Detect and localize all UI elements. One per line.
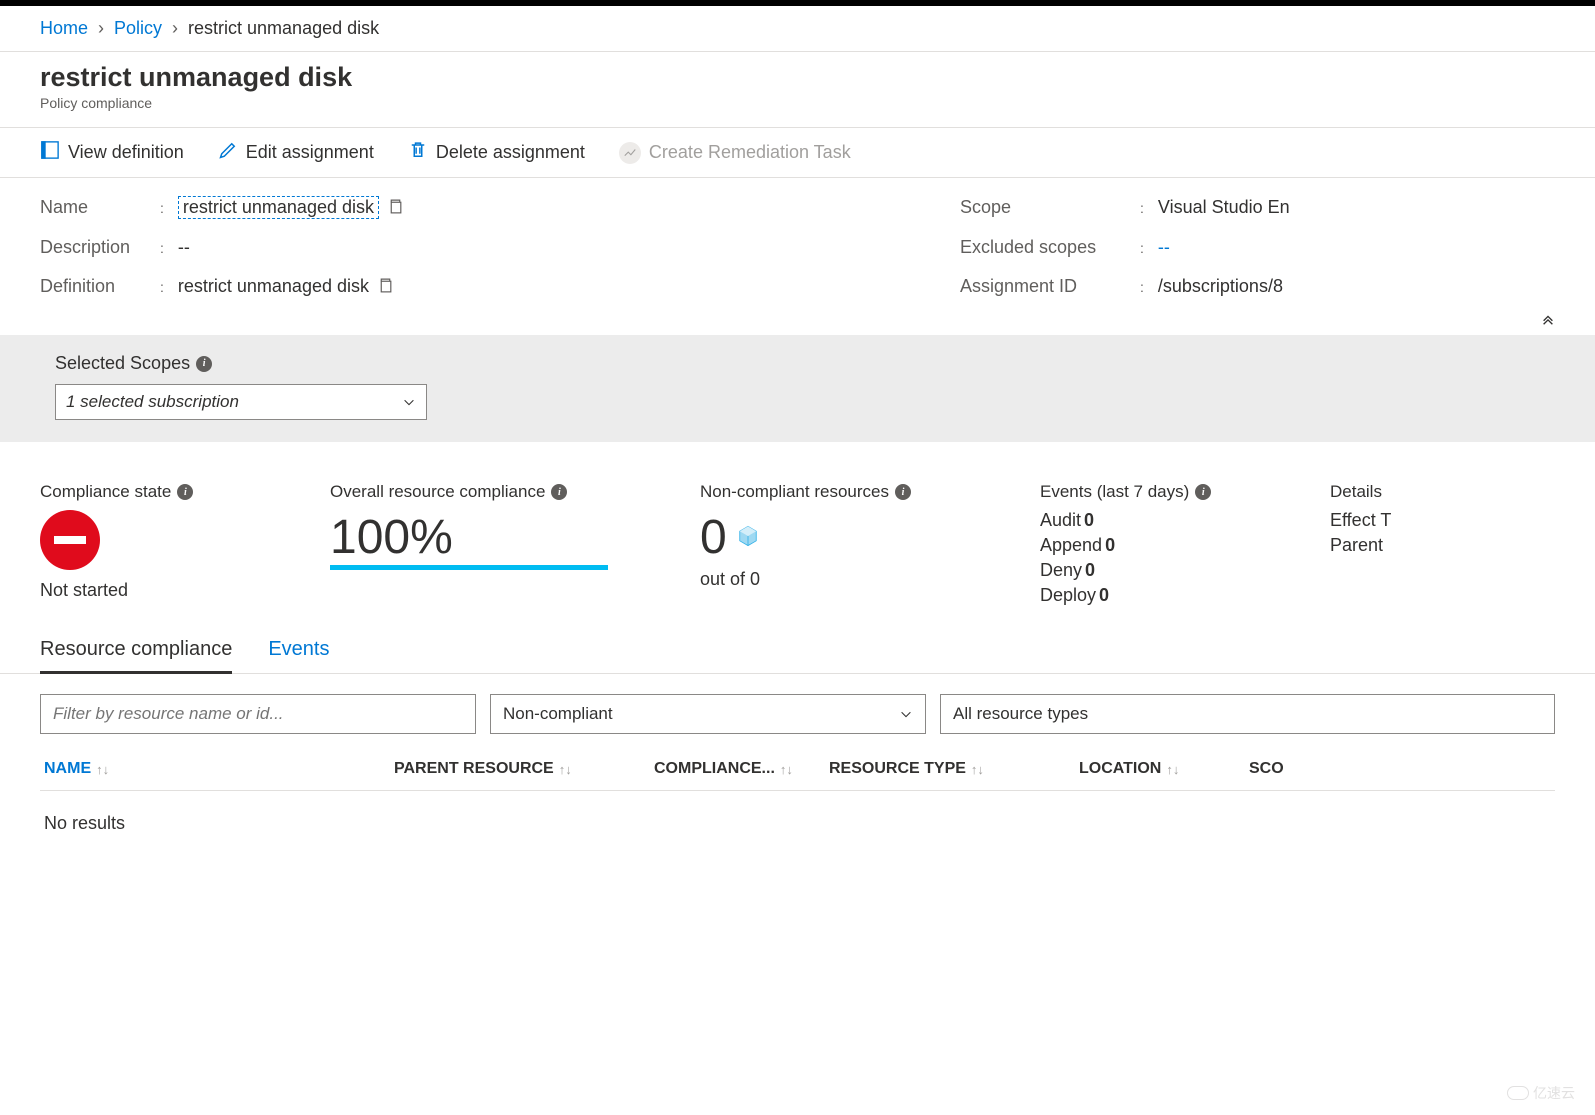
details-metric: Details Effect T Parent (1330, 482, 1391, 610)
events-metric: Events (last 7 days) i Audit0 Append0 De… (1040, 482, 1270, 610)
command-bar: View definition Edit assignment Delete a… (0, 128, 1595, 178)
column-header-parent[interactable]: PARENT RESOURCE↑↓ (394, 760, 654, 778)
name-value: restrict unmanaged disk (178, 196, 379, 219)
selected-scopes-section: Selected Scopes i 1 selected subscriptio… (0, 335, 1595, 442)
chevron-right-icon: › (172, 18, 178, 39)
tab-resource-compliance[interactable]: Resource compliance (40, 630, 232, 673)
chevron-down-icon (402, 395, 416, 409)
column-header-type[interactable]: RESOURCE TYPE↑↓ (829, 760, 1079, 778)
table-empty-message: No results (40, 790, 1555, 856)
breadcrumb: Home › Policy › restrict unmanaged disk (0, 6, 1595, 51)
cube-icon (737, 525, 759, 550)
page-subtitle: Policy compliance (40, 95, 1555, 111)
detail-effect-type: Effect T (1330, 510, 1391, 531)
info-icon[interactable]: i (196, 356, 212, 372)
assignment-id-value: /subscriptions/8 (1158, 276, 1283, 297)
table-filters: Non-compliant All resource types (0, 674, 1595, 734)
selected-scopes-dropdown[interactable]: 1 selected subscription (55, 384, 427, 420)
scope-label: Scope (960, 197, 1140, 218)
overall-compliance-value: 100% (330, 510, 640, 565)
compliance-progress-bar (330, 565, 608, 570)
resources-table: NAME↑↓ PARENT RESOURCE↑↓ COMPLIANCE...↑↓… (0, 734, 1595, 856)
compliance-state-metric: Compliance state i Not started (40, 482, 270, 610)
excluded-scopes-value[interactable]: -- (1158, 237, 1170, 258)
assignment-id-label: Assignment ID (960, 276, 1140, 297)
pencil-icon (218, 140, 238, 165)
chevron-down-icon (899, 707, 913, 721)
noncompliant-subtitle: out of 0 (700, 569, 980, 590)
compliance-state-value: Not started (40, 580, 270, 601)
name-label: Name (40, 197, 160, 218)
tab-events[interactable]: Events (268, 630, 329, 673)
view-definition-button[interactable]: View definition (40, 140, 184, 165)
tabs-bar: Resource compliance Events (0, 630, 1595, 674)
view-definition-icon (40, 140, 60, 165)
table-header-row: NAME↑↓ PARENT RESOURCE↑↓ COMPLIANCE...↑↓… (40, 748, 1555, 790)
sort-icon: ↑↓ (780, 762, 793, 777)
not-started-status-icon (40, 510, 100, 570)
filter-name-input[interactable] (40, 694, 476, 734)
event-deploy-count: Deploy0 (1040, 585, 1270, 606)
sort-icon: ↑↓ (559, 762, 572, 777)
info-icon[interactable]: i (177, 484, 193, 500)
page-title: restrict unmanaged disk (40, 62, 1555, 93)
watermark: 亿速云 (1507, 1083, 1575, 1103)
event-append-count: Append0 (1040, 535, 1270, 556)
event-deny-count: Deny0 (1040, 560, 1270, 581)
sort-icon: ↑↓ (96, 762, 109, 777)
breadcrumb-policy-link[interactable]: Policy (114, 18, 162, 39)
description-value: -- (178, 237, 190, 258)
filter-resource-type-dropdown[interactable]: All resource types (940, 694, 1555, 734)
overall-compliance-metric: Overall resource compliance i 100% (330, 482, 640, 610)
info-icon[interactable]: i (1195, 484, 1211, 500)
filter-compliance-dropdown[interactable]: Non-compliant (490, 694, 926, 734)
assignment-details: Name : restrict unmanaged disk Scope : V… (0, 178, 1595, 335)
description-label: Description (40, 237, 160, 258)
create-remediation-button: Create Remediation Task (619, 142, 851, 164)
remediation-icon (619, 142, 641, 164)
selected-scopes-label: Selected Scopes i (55, 353, 1540, 374)
noncompliant-resources-metric: Non-compliant resources i 0 out of 0 (700, 482, 980, 610)
sort-icon: ↑↓ (971, 762, 984, 777)
info-icon[interactable]: i (895, 484, 911, 500)
copy-icon[interactable] (387, 198, 404, 218)
info-icon[interactable]: i (551, 484, 567, 500)
edit-assignment-button[interactable]: Edit assignment (218, 140, 374, 165)
compliance-metrics: Compliance state i Not started Overall r… (0, 442, 1595, 630)
detail-parent: Parent (1330, 535, 1391, 556)
breadcrumb-current: restrict unmanaged disk (188, 18, 379, 39)
collapse-chevron-icon[interactable] (1541, 312, 1555, 329)
excluded-scopes-label: Excluded scopes (960, 237, 1140, 258)
column-header-scope[interactable]: SCO (1249, 760, 1309, 778)
column-header-compliance[interactable]: COMPLIANCE...↑↓ (654, 760, 829, 778)
definition-value: restrict unmanaged disk (178, 276, 369, 297)
chevron-right-icon: › (98, 18, 104, 39)
column-header-location[interactable]: LOCATION↑↓ (1079, 760, 1249, 778)
delete-assignment-button[interactable]: Delete assignment (408, 140, 585, 165)
copy-icon[interactable] (377, 277, 394, 297)
trash-icon (408, 140, 428, 165)
event-audit-count: Audit0 (1040, 510, 1270, 531)
scope-value: Visual Studio En (1158, 197, 1290, 218)
sort-icon: ↑↓ (1166, 762, 1179, 777)
definition-label: Definition (40, 276, 160, 297)
noncompliant-count: 0 (700, 510, 727, 565)
breadcrumb-home-link[interactable]: Home (40, 18, 88, 39)
column-header-name[interactable]: NAME↑↓ (44, 760, 394, 778)
page-header: restrict unmanaged disk Policy complianc… (0, 51, 1595, 128)
